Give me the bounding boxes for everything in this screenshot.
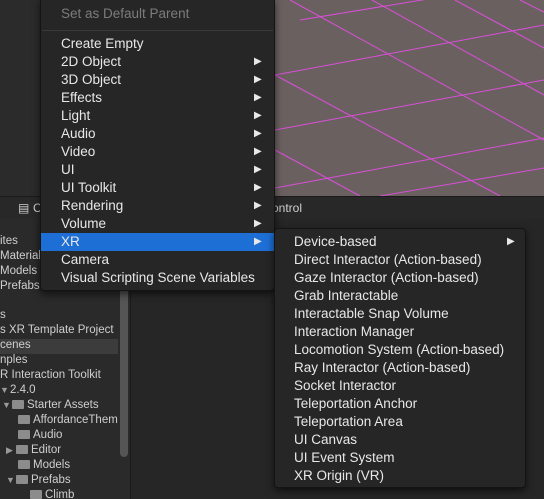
list-item[interactable]: s XR Template Project — [0, 324, 114, 339]
menu-item-socket-interactor[interactable]: Socket Interactor — [275, 377, 525, 395]
menu-item-gaze-interactor[interactable]: Gaze Interactor (Action-based) — [275, 269, 525, 287]
menu-item-ui-canvas[interactable]: UI Canvas — [275, 431, 525, 449]
xr-submenu: Device-based ▶ Direct Interactor (Action-… — [274, 228, 526, 488]
submenu-arrow-icon: ▶ — [254, 56, 262, 67]
list-item[interactable]: s — [0, 309, 6, 324]
folder-icon — [18, 460, 30, 469]
menu-item-locomotion-system[interactable]: Locomotion System (Action-based) — [275, 341, 525, 359]
menu-item-ray-interactor[interactable]: Ray Interactor (Action-based) — [275, 359, 525, 377]
menu-item-effects[interactable]: Effects ▶ — [41, 89, 274, 107]
menu-item-ui-toolkit[interactable]: UI Toolkit ▶ — [41, 179, 274, 197]
submenu-arrow-icon: ▶ — [254, 164, 262, 175]
folder-icon — [18, 430, 30, 439]
menu-item-xr[interactable]: XR ▶ — [41, 233, 274, 251]
list-item[interactable]: Prefabs — [0, 280, 40, 295]
menu-item-interaction-manager[interactable]: Interaction Manager — [275, 323, 525, 341]
menu-separator — [42, 30, 273, 31]
list-item[interactable]: Models — [18, 459, 70, 474]
submenu-arrow-icon: ▶ — [507, 236, 515, 247]
folder-icon — [18, 415, 30, 424]
menu-item-grab-interactable[interactable]: Grab Interactable — [275, 287, 525, 305]
list-item[interactable]: ▼2.4.0 — [0, 384, 36, 399]
list-item[interactable]: nples — [0, 354, 28, 369]
submenu-arrow-icon: ▶ — [254, 218, 262, 229]
list-item[interactable]: Models — [0, 265, 37, 280]
folder-icon — [16, 445, 28, 454]
list-item[interactable]: ites — [0, 235, 18, 250]
menu-item-teleportation-anchor[interactable]: Teleportation Anchor — [275, 395, 525, 413]
menu-item-rendering[interactable]: Rendering ▶ — [41, 197, 274, 215]
chevron-down-icon[interactable]: ▼ — [6, 475, 16, 485]
submenu-arrow-icon: ▶ — [254, 200, 262, 211]
menu-item-video[interactable]: Video ▶ — [41, 143, 274, 161]
list-item[interactable]: Climb — [30, 489, 74, 499]
menu-item-direct-interactor[interactable]: Direct Interactor (Action-based) — [275, 251, 525, 269]
submenu-arrow-icon: ▶ — [254, 146, 262, 157]
list-item[interactable]: cenes — [0, 339, 118, 354]
menu-item-3d-object[interactable]: 3D Object ▶ — [41, 71, 274, 89]
menu-item-light[interactable]: Light ▶ — [41, 107, 274, 125]
menu-item-visual-scripting-scene-variables[interactable]: Visual Scripting Scene Variables — [41, 269, 274, 287]
list-item[interactable]: Material — [0, 250, 41, 265]
menu-item-create-empty[interactable]: Create Empty — [41, 35, 274, 53]
menu-item-xr-origin-vr[interactable]: XR Origin (VR) — [275, 467, 525, 485]
chevron-down-icon[interactable]: ▼ — [2, 400, 12, 410]
menu-item-2d-object[interactable]: 2D Object ▶ — [41, 53, 274, 71]
list-item[interactable]: ▶ Editor — [6, 444, 61, 459]
submenu-arrow-icon: ▶ — [254, 182, 262, 193]
list-item[interactable]: AffordanceThem — [18, 414, 118, 429]
menu-item-camera[interactable]: Camera — [41, 251, 274, 269]
tab-control[interactable]: ontrol — [272, 201, 302, 215]
hierarchy-panel-edge — [0, 0, 40, 196]
folder-icon — [16, 475, 28, 484]
submenu-arrow-icon: ▶ — [254, 92, 262, 103]
submenu-arrow-icon: ▶ — [254, 236, 262, 247]
menu-item-volume[interactable]: Volume ▶ — [41, 215, 274, 233]
menu-item-teleportation-area[interactable]: Teleportation Area — [275, 413, 525, 431]
submenu-arrow-icon: ▶ — [254, 110, 262, 121]
folder-icon — [12, 400, 24, 409]
list-item[interactable]: ▼ Starter Assets — [2, 399, 99, 414]
menu-item-ui[interactable]: UI ▶ — [41, 161, 274, 179]
submenu-arrow-icon: ▶ — [254, 74, 262, 85]
menu-item-device-based[interactable]: Device-based ▶ — [275, 233, 525, 251]
console-icon[interactable]: ▤ — [18, 201, 29, 215]
chevron-right-icon[interactable]: ▶ — [6, 445, 16, 456]
submenu-arrow-icon: ▶ — [254, 128, 262, 139]
chevron-down-icon[interactable]: ▼ — [0, 385, 10, 395]
menu-item-interactable-snap-volume[interactable]: Interactable Snap Volume — [275, 305, 525, 323]
menu-item-audio[interactable]: Audio ▶ — [41, 125, 274, 143]
list-item[interactable]: R Interaction Toolkit — [0, 369, 101, 384]
menu-item-set-default-parent: Set as Default Parent — [61, 6, 190, 21]
menu-item-ui-event-system[interactable]: UI Event System — [275, 449, 525, 467]
list-item[interactable]: ▼ Prefabs — [6, 474, 71, 489]
folder-icon — [30, 490, 42, 499]
list-item[interactable]: Audio — [18, 429, 62, 444]
create-context-menu: Set as Default Parent Create Empty 2D Ob… — [40, 0, 275, 291]
